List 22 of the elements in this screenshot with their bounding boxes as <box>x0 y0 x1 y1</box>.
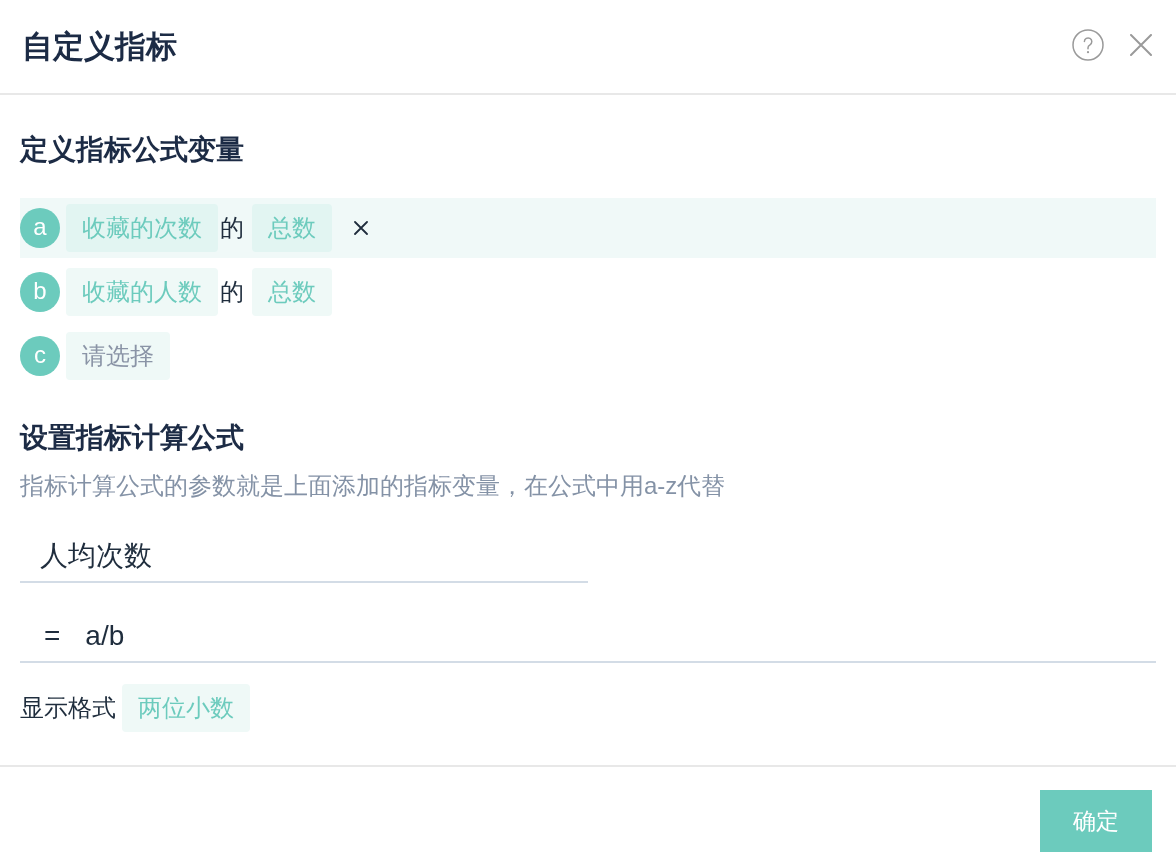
connector-label: 的 <box>219 213 245 243</box>
format-dropdown[interactable]: 两位小数 <box>122 684 250 732</box>
variable-letter-badge: b <box>20 272 60 312</box>
metric-dropdown[interactable]: 请选择 <box>66 332 170 380</box>
confirm-button[interactable]: 确定 <box>1040 790 1152 852</box>
close-icon[interactable] <box>1130 33 1152 56</box>
help-icon[interactable] <box>1072 28 1104 61</box>
aggregate-dropdown[interactable]: 总数 <box>252 268 332 316</box>
dialog-title: 自定义指标 <box>22 27 177 66</box>
metric-dropdown[interactable]: 收藏的人数 <box>66 268 218 316</box>
name-input[interactable]: 人均次数 <box>20 531 588 583</box>
description-text: 指标计算公式的参数就是上面添加的指标变量，在公式中用a-z代替 <box>20 471 727 501</box>
metric-dropdown[interactable]: 收藏的次数 <box>66 204 218 252</box>
format-label: 显示格式 <box>20 693 116 723</box>
aggregate-dropdown[interactable]: 总数 <box>252 204 332 252</box>
section-title: 设置指标计算公式 <box>20 421 245 455</box>
section-title: 定义指标公式变量 <box>20 133 245 167</box>
formula-input[interactable]: = a/b <box>20 611 1156 663</box>
connector-label: 的 <box>219 277 245 307</box>
variable-letter-badge: a <box>20 208 60 248</box>
x-mark-icon[interactable] <box>354 221 368 235</box>
variable-letter-badge: c <box>20 336 60 376</box>
